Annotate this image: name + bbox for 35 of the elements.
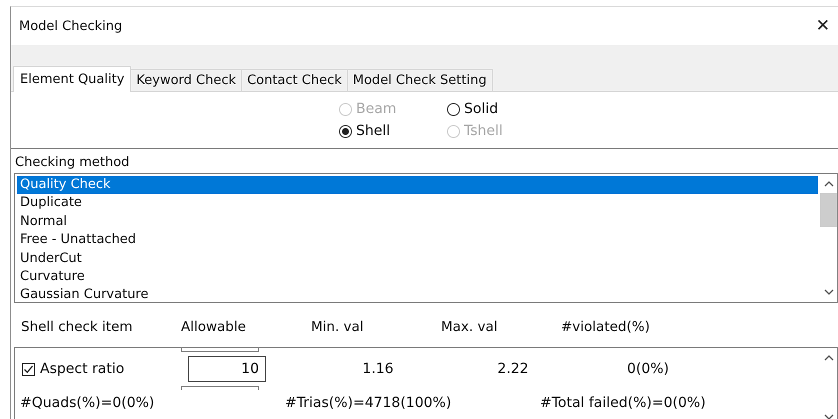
scroll-up-icon[interactable] (824, 354, 834, 361)
table-cell-text: 1.16 (361, 361, 395, 377)
column-header: #violated(%) (561, 319, 651, 337)
close-button[interactable]: ✕ (812, 16, 834, 36)
tab[interactable]: Element Quality (13, 66, 132, 92)
table-cell-text: 2.22 (496, 361, 530, 377)
tab[interactable]: Model Check Setting (346, 69, 493, 91)
list-item[interactable]: Normal (17, 212, 818, 232)
column-header: Allowable (181, 319, 247, 337)
column-header: Min. val (311, 319, 365, 337)
radio-button[interactable]: Shell (339, 122, 447, 140)
input-field[interactable] (181, 386, 259, 390)
summary-text: #Quads(%)=0(0%) (20, 395, 156, 411)
list-item[interactable]: Gaussian Curvature (17, 286, 818, 305)
list-item[interactable]: Free - Unattached (17, 231, 818, 250)
scroll-down-icon[interactable] (824, 414, 834, 419)
radio-button[interactable]: Solid (447, 100, 537, 118)
scrollbar-thumb[interactable] (820, 193, 837, 227)
check-item-label: Aspect ratio (40, 361, 124, 377)
list-item[interactable]: Quality Check (17, 176, 818, 194)
input-field[interactable]: 10 (188, 356, 266, 382)
input-field[interactable] (181, 348, 259, 352)
table-cell-text: 0(0%) (626, 361, 670, 377)
list-item[interactable]: UnderCut (17, 250, 818, 268)
list-item[interactable]: Duplicate (17, 194, 818, 213)
column-header: Max. val (441, 319, 499, 337)
summary-text: #Total failed(%)=0(0%) (540, 395, 707, 411)
section-label: Checking method (14, 154, 130, 172)
window-title: Model Checking (19, 18, 122, 34)
list-item[interactable]: Curvature (17, 268, 818, 286)
column-header: Shell check item (21, 319, 134, 337)
scroll-up-icon[interactable] (824, 180, 834, 187)
summary-text: #Trias(%)=4718(100%) (285, 395, 452, 411)
checkbox[interactable] (22, 362, 35, 376)
scroll-down-icon[interactable] (824, 289, 834, 296)
